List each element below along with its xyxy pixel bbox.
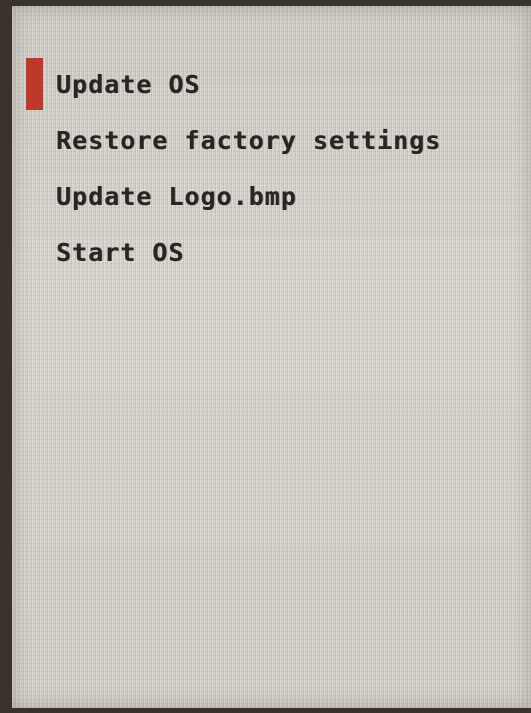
menu-item-update-os[interactable]: Update OS <box>26 56 441 112</box>
menu-item-start-os[interactable]: Start OS <box>26 224 441 280</box>
selection-cursor <box>26 58 43 110</box>
menu-item-label: Update OS <box>56 69 201 99</box>
device-screen: Update OS Restore factory settings Updat… <box>12 6 531 708</box>
menu-item-label: Update Logo.bmp <box>56 181 297 211</box>
menu-item-label: Restore factory settings <box>56 125 442 155</box>
boot-menu: Update OS Restore factory settings Updat… <box>26 56 441 280</box>
menu-item-label: Start OS <box>56 237 185 267</box>
menu-item-update-logo[interactable]: Update Logo.bmp <box>26 168 441 224</box>
menu-item-restore-factory-settings[interactable]: Restore factory settings <box>26 112 441 168</box>
